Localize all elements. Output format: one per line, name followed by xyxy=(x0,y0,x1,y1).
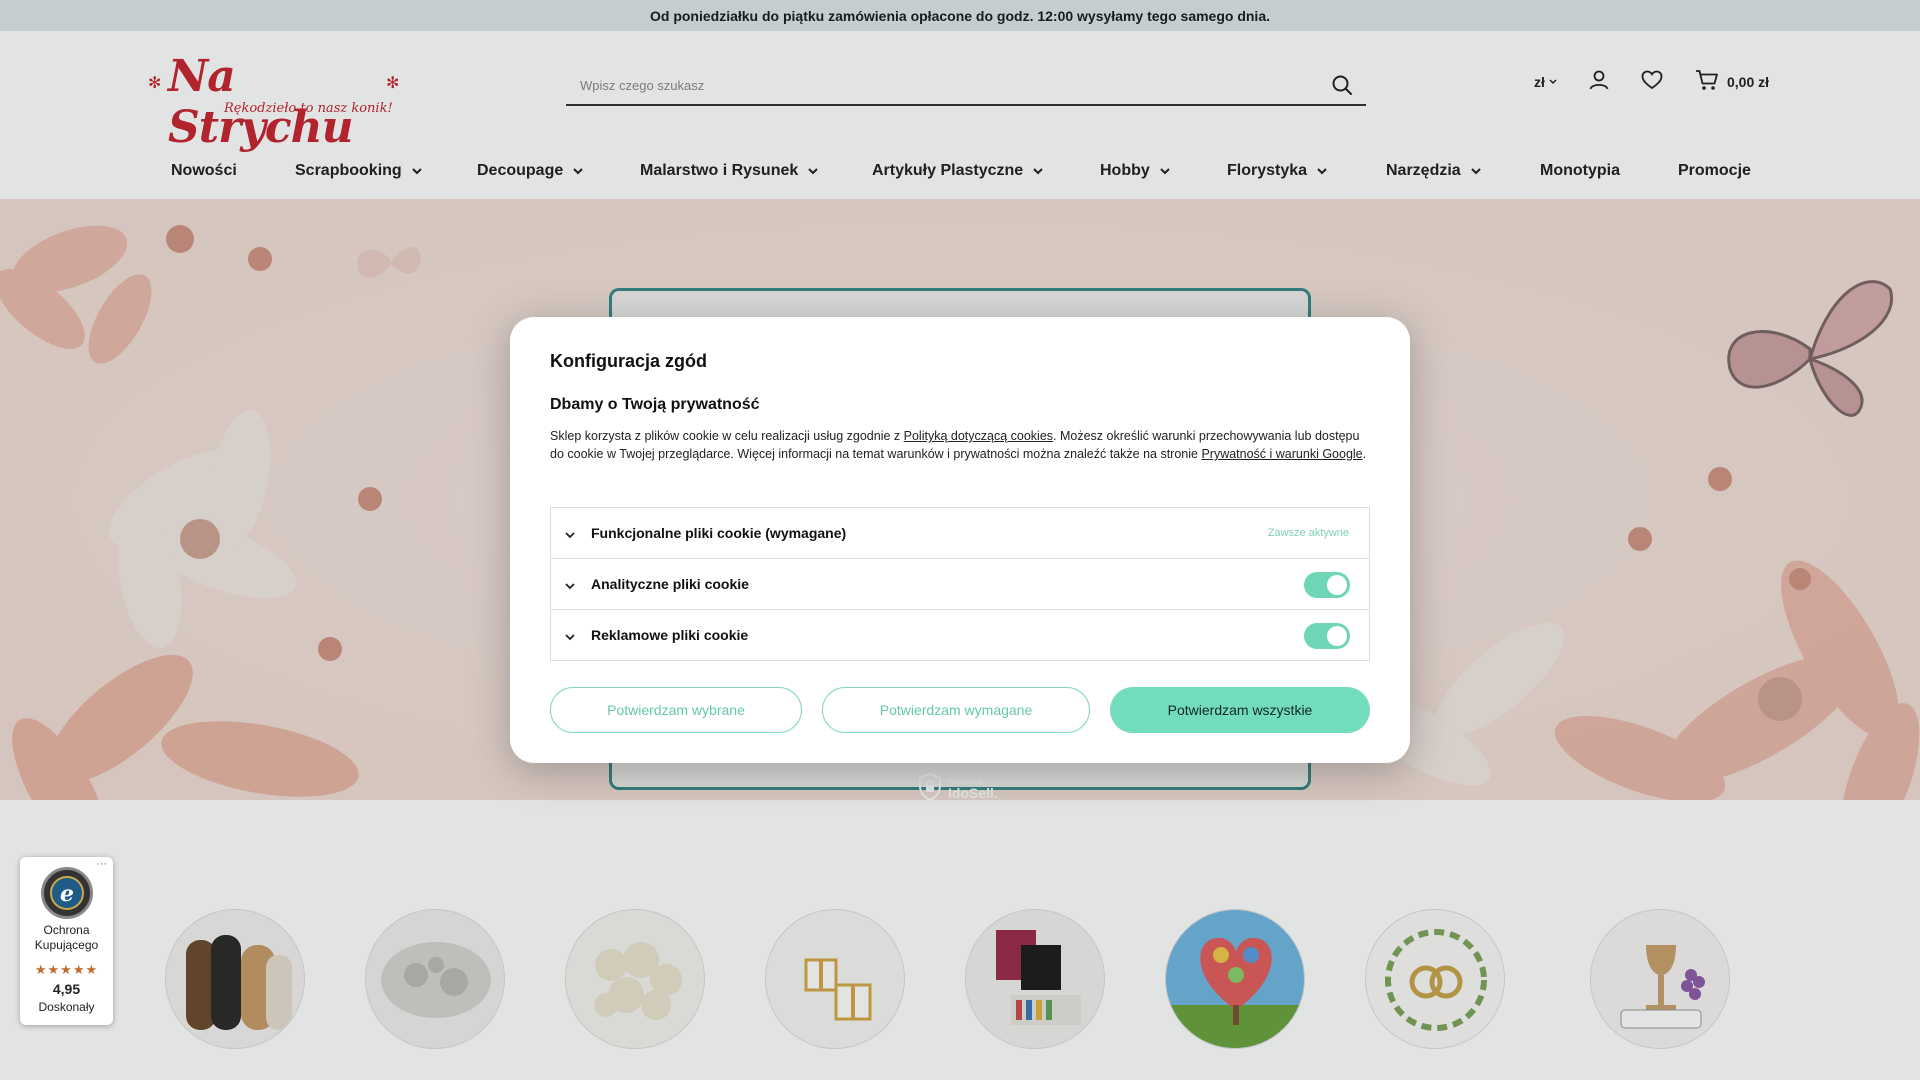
trust-label: Doskonały xyxy=(38,1000,95,1014)
google-privacy-link[interactable]: Prywatność i warunki Google xyxy=(1201,447,1362,461)
desc-part-1: Sklep korzysta z plików cookie w celu re… xyxy=(550,429,904,443)
star-rating-icon: ★★★★★ xyxy=(34,962,99,977)
cookie-consent-modal: Konfiguracja zgód Dbamy o Twoją prywatno… xyxy=(510,317,1410,763)
modal-description: Sklep korzysta z plików cookie w celu re… xyxy=(550,427,1370,463)
confirm-all-button[interactable]: Potwierdzam wszystkie xyxy=(1110,687,1370,733)
trust-seal-icon: e xyxy=(41,867,93,919)
confirm-required-button[interactable]: Potwierdzam wymagane xyxy=(822,687,1090,733)
chevron-down-icon xyxy=(565,628,575,646)
toggle-knob xyxy=(1327,626,1347,646)
more-options-icon[interactable]: ··· xyxy=(96,858,107,870)
modal-title: Konfiguracja zgód xyxy=(550,351,707,371)
modal-subtitle: Dbamy o Twoją prywatność xyxy=(550,396,760,413)
consent-label: Funkcjonalne pliki cookie (wymagane) xyxy=(591,525,847,541)
consent-row-analytics[interactable]: Analityczne pliki cookie xyxy=(551,559,1369,610)
trust-seal-letter: e xyxy=(50,876,84,910)
trust-score: 4,95 xyxy=(52,981,81,997)
toggle-knob xyxy=(1327,575,1347,595)
analytics-toggle[interactable] xyxy=(1304,572,1350,598)
consent-list: Funkcjonalne pliki cookie (wymagane) Zaw… xyxy=(550,507,1370,661)
consent-label: Reklamowe pliki cookie xyxy=(591,627,749,643)
desc-part-3: . xyxy=(1362,447,1367,461)
cookie-policy-link[interactable]: Polityką dotyczącą cookies xyxy=(904,429,1053,443)
consent-row-marketing[interactable]: Reklamowe pliki cookie xyxy=(551,610,1369,661)
consent-label: Analityczne pliki cookie xyxy=(591,576,749,592)
consent-row-functional[interactable]: Funkcjonalne pliki cookie (wymagane) Zaw… xyxy=(551,508,1369,559)
chevron-down-icon xyxy=(565,526,575,544)
always-active-label: Zawsze aktywne xyxy=(1267,527,1349,539)
marketing-toggle[interactable] xyxy=(1304,623,1350,649)
trusted-shops-badge[interactable]: ··· e Ochrona Kupującego ★★★★★ 4,95 Dosk… xyxy=(20,857,113,1025)
trust-title: Ochrona Kupującego xyxy=(34,923,99,952)
chevron-down-icon xyxy=(565,577,575,595)
confirm-selected-button[interactable]: Potwierdzam wybrane xyxy=(550,687,802,733)
